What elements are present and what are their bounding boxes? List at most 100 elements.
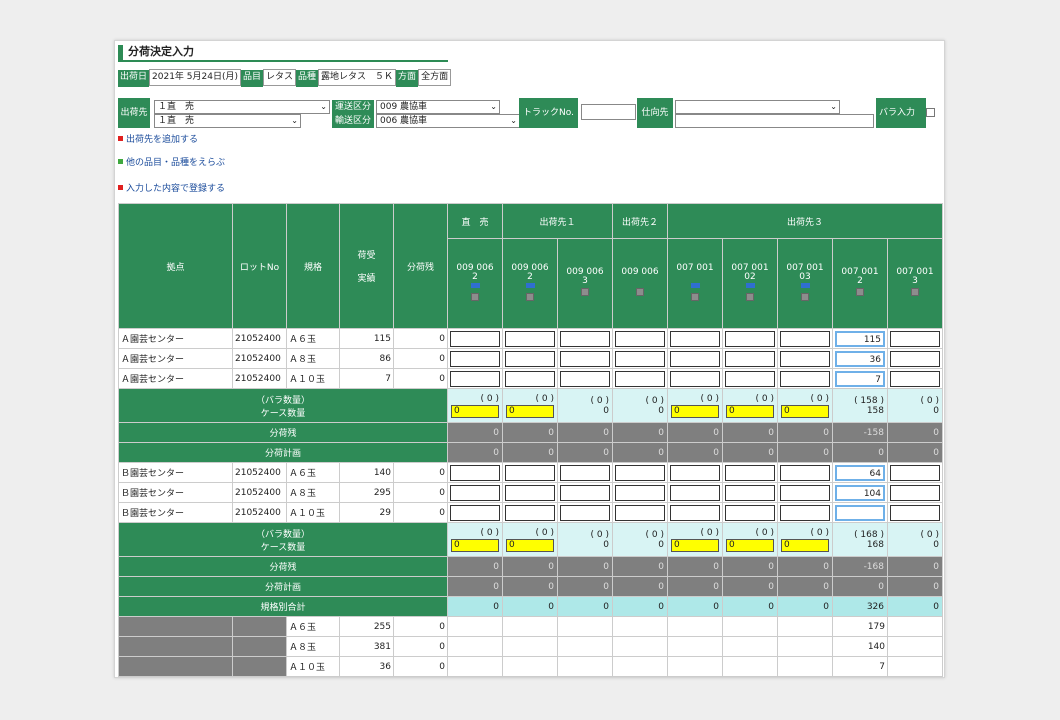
allocation-input[interactable]	[450, 370, 500, 387]
bara-input[interactable]: 0	[781, 404, 829, 418]
allocation-input[interactable]	[505, 464, 555, 481]
allocation-input[interactable]	[450, 330, 500, 347]
allocation-input[interactable]	[560, 504, 610, 521]
allocation-input[interactable]	[450, 504, 500, 521]
bara-input[interactable]: 0	[671, 538, 719, 552]
allocation-input[interactable]	[890, 370, 940, 387]
allocation-input[interactable]: 7	[835, 370, 885, 387]
allocation-input[interactable]	[505, 370, 555, 387]
settings-icon[interactable]	[526, 292, 534, 301]
settings-icon[interactable]	[691, 292, 699, 301]
allocation-input[interactable]	[890, 350, 940, 367]
allocation-input[interactable]	[780, 464, 830, 481]
allocation-input[interactable]	[450, 350, 500, 367]
bookmark-icon[interactable]	[525, 282, 535, 288]
settings-icon[interactable]	[636, 288, 644, 296]
allocation-input[interactable]	[890, 504, 940, 521]
allocation-input[interactable]	[780, 484, 830, 501]
allocation-input[interactable]	[670, 330, 720, 347]
allocation-input[interactable]	[505, 504, 555, 521]
settings-icon[interactable]	[746, 292, 754, 301]
allocation-input[interactable]	[725, 484, 775, 501]
zan-row: 分荷残 0 0 0 0 0 0 0 -158 0	[118, 422, 943, 443]
allocation-input[interactable]	[670, 350, 720, 367]
allocation-input[interactable]	[505, 350, 555, 367]
allocation-input[interactable]	[890, 484, 940, 501]
register-link[interactable]: 入力した内容で登録する	[118, 181, 225, 194]
bara-checkbox[interactable]	[926, 108, 935, 117]
allocation-input[interactable]	[560, 370, 610, 387]
select-other-item-link[interactable]: 他の品目・品種をえらぶ	[118, 155, 225, 168]
allocation-input[interactable]	[725, 330, 775, 347]
allocation-input[interactable]	[560, 330, 610, 347]
settings-icon[interactable]	[801, 292, 809, 301]
shimuke-input[interactable]	[675, 114, 874, 128]
bara-input[interactable]: 0	[451, 538, 499, 552]
allocation-input[interactable]	[615, 464, 665, 481]
zan-cell: 0	[393, 616, 448, 637]
settings-icon[interactable]	[471, 292, 479, 301]
shimuke-select[interactable]: ⌄	[675, 100, 840, 114]
bara-qty: ( 168 )	[854, 529, 884, 540]
allocation-input[interactable]	[560, 350, 610, 367]
settings-icon[interactable]	[581, 288, 589, 296]
allocation-input[interactable]	[725, 350, 775, 367]
allocation-input[interactable]: 64	[835, 464, 885, 481]
allocation-input[interactable]	[725, 504, 775, 521]
bookmark-icon[interactable]	[745, 282, 755, 288]
add-destination-link[interactable]: 出荷先を追加する	[118, 132, 198, 145]
bookmark-icon[interactable]	[690, 282, 700, 288]
settings-icon[interactable]	[856, 288, 864, 296]
allocation-input[interactable]: 104	[835, 484, 885, 501]
bookmark-icon[interactable]	[800, 282, 810, 288]
bara-input[interactable]: 0	[451, 404, 499, 418]
yuso-select[interactable]: 006 農協車 ⌄	[376, 114, 520, 128]
bara-input[interactable]: 0	[781, 538, 829, 552]
truck-input[interactable]	[581, 104, 636, 120]
allocation-input[interactable]	[725, 370, 775, 387]
allocation-input[interactable]	[780, 350, 830, 367]
unso-select[interactable]: 009 農協車 ⌄	[376, 100, 500, 114]
allocation-input[interactable]	[835, 504, 885, 521]
allocation-input[interactable]	[890, 330, 940, 347]
case-qty-cell: ( 0 ) 0	[777, 388, 833, 423]
bookmark-icon[interactable]	[470, 282, 480, 288]
item-label: 品目	[240, 70, 263, 87]
allocation-input[interactable]: 115	[835, 330, 885, 347]
kikaku-cell: Ａ１０玉	[286, 656, 340, 677]
bara-input[interactable]: 0	[671, 404, 719, 418]
allocation-input[interactable]	[615, 484, 665, 501]
allocation-input[interactable]	[780, 370, 830, 387]
allocation-input[interactable]	[560, 464, 610, 481]
allocation-input[interactable]: 36	[835, 350, 885, 367]
allocation-input[interactable]	[615, 370, 665, 387]
summary-empty	[887, 616, 943, 637]
jisseki-cell: 115	[339, 328, 394, 349]
bara-input[interactable]: 0	[506, 538, 554, 552]
allocation-input[interactable]	[560, 484, 610, 501]
allocation-input[interactable]	[450, 484, 500, 501]
allocation-input[interactable]	[615, 504, 665, 521]
allocation-input[interactable]	[450, 464, 500, 481]
allocation-input[interactable]	[615, 350, 665, 367]
allocation-input[interactable]	[615, 330, 665, 347]
settings-icon[interactable]	[911, 288, 919, 296]
allocation-grid: 拠点 ロットNo 規格 荷受 実績 分荷残 直 売 出荷先１ 出荷先２ 出荷先３ …	[118, 203, 943, 677]
dest-code: 007 001 02	[722, 238, 778, 329]
allocation-input[interactable]	[725, 464, 775, 481]
bara-input[interactable]: 0	[726, 404, 774, 418]
allocation-input[interactable]	[670, 464, 720, 481]
bara-input[interactable]: 0	[726, 538, 774, 552]
dest-select-2[interactable]: １直 売 ⌄	[154, 114, 301, 128]
allocation-input[interactable]	[670, 484, 720, 501]
bara-input[interactable]: 0	[506, 404, 554, 418]
allocation-input[interactable]	[890, 464, 940, 481]
zan-label: 分荷残	[118, 422, 448, 443]
allocation-input[interactable]	[670, 504, 720, 521]
allocation-input[interactable]	[670, 370, 720, 387]
dest-select-1[interactable]: １直 売 ⌄	[154, 100, 330, 114]
allocation-input[interactable]	[780, 330, 830, 347]
allocation-input[interactable]	[505, 330, 555, 347]
allocation-input[interactable]	[505, 484, 555, 501]
allocation-input[interactable]	[780, 504, 830, 521]
